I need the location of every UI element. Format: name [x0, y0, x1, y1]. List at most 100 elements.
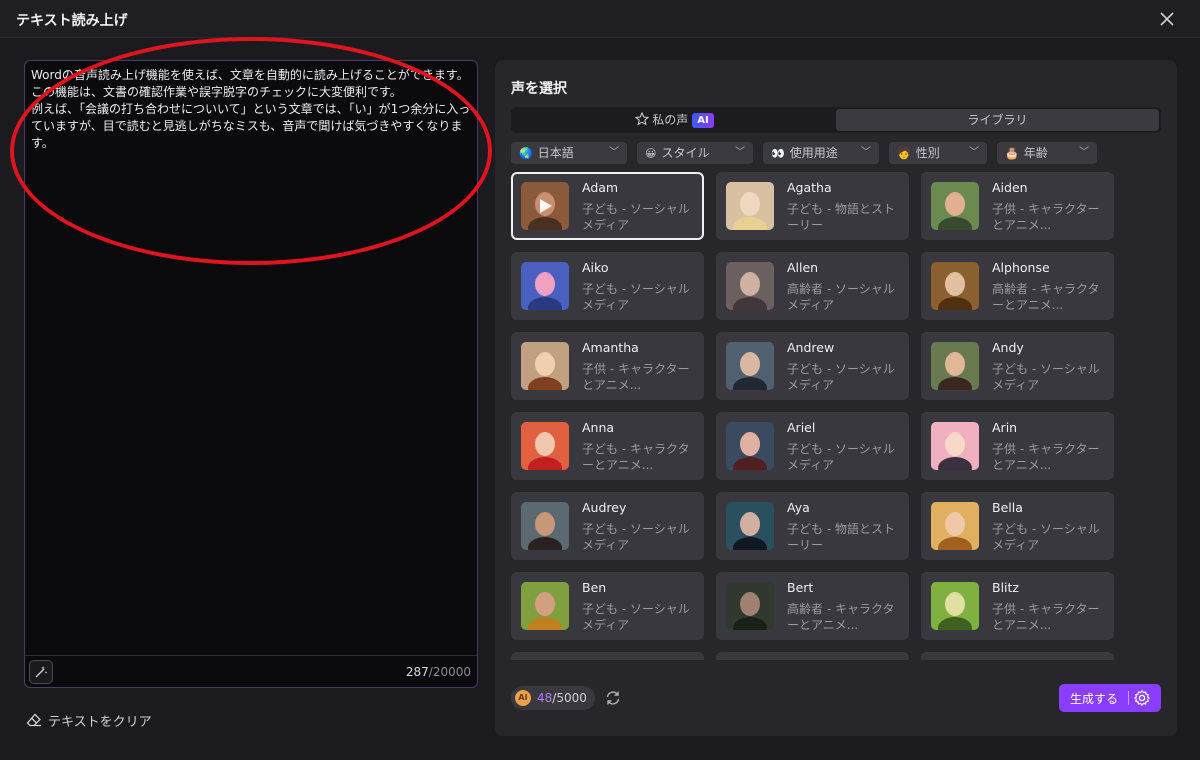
avatar [726, 342, 774, 390]
clear-text-button[interactable]: テキストをクリア [26, 710, 152, 730]
filter-language[interactable]: 🌏 日本語 ﹀ [511, 142, 627, 164]
char-count: 287 [405, 665, 429, 679]
voice-desc: 子供 - キャラクターとアニメ... [992, 442, 1100, 472]
avatar [931, 422, 979, 470]
voice-desc: 子供 - キャラクターとアニメ... [582, 362, 690, 392]
voice-desc: 子供 - キャラクターとアニメ... [992, 202, 1100, 232]
eyes-icon: 👀 [771, 147, 785, 160]
generate-divider [1128, 691, 1129, 705]
filter-gender-label: 性別 [915, 146, 940, 160]
voice-name: Aya [787, 500, 810, 515]
voice-card-ariel[interactable]: Ariel 子ども - ソーシャルメディア [716, 412, 909, 480]
eraser-icon [26, 713, 41, 727]
panel-footer: AI 48/5000 生成する [511, 684, 1161, 712]
smile-icon: 😀 [645, 147, 657, 160]
char-counter: 287/20000 [406, 665, 471, 679]
generate-button[interactable]: 生成する [1059, 684, 1161, 712]
voice-grid: Adam 子ども - ソーシャルメディア Agatha 子ども - 物語とストーリー A… [511, 172, 1161, 660]
voice-card-bert[interactable]: Bert 高齢者 - キャラクターとアニメ... [716, 572, 909, 640]
voice-card-bella[interactable]: Bella 子ども - ソーシャルメディア [921, 492, 1114, 560]
voice-name: Bella [992, 500, 1023, 515]
voice-desc: 子ども - 物語とストーリー [787, 202, 895, 232]
filter-gender[interactable]: 🧑 性別 ﹀ [889, 142, 987, 164]
avatar [726, 582, 774, 630]
voice-name: Ariel [787, 420, 816, 435]
avatar [521, 502, 569, 550]
voice-name: Agatha [787, 180, 832, 195]
voice-desc: 子ども - ソーシャルメディア [787, 442, 895, 472]
voice-card-alphonse[interactable]: Alphonse 高齢者 - キャラクターとアニメ... [921, 252, 1114, 320]
magic-wand-icon [35, 666, 48, 678]
voice-desc: 子ども - ソーシャルメディア [582, 202, 690, 232]
voice-desc: 子ども - ソーシャルメディア [787, 362, 895, 392]
editor-footer: 287/20000 [25, 655, 477, 687]
filter-usage-label: 使用用途 [789, 146, 838, 160]
voice-card-amantha[interactable]: Amantha 子供 - キャラクターとアニメ... [511, 332, 704, 400]
voice-name: Amantha [582, 340, 639, 355]
voice-source-tabs: 私の声 AI ライブラリ [511, 107, 1161, 133]
voice-desc: 高齢者 - キャラクターとアニメ... [992, 282, 1100, 312]
clear-text-label: テキストをクリア [48, 714, 152, 730]
voice-card-ben[interactable]: Ben 子ども - ソーシャルメディア [511, 572, 704, 640]
voice-card-agatha[interactable]: Agatha 子ども - 物語とストーリー [716, 172, 909, 240]
voice-card-blitz[interactable]: Blitz 子供 - キャラクターとアニメ... [921, 572, 1114, 640]
filter-style[interactable]: 😀 スタイル ﹀ [637, 142, 753, 164]
cake-icon: 🎂 [1005, 147, 1019, 160]
filter-age[interactable]: 🎂 年齢 ﹀ [997, 142, 1097, 164]
voice-card-anna[interactable]: Anna 子ども - キャラクターとアニメ... [511, 412, 704, 480]
chevron-down-icon: ﹀ [609, 147, 619, 158]
voice-desc: 高齢者 - ソーシャルメディア [787, 282, 895, 312]
voice-card-andrew[interactable]: Andrew 子ども - ソーシャルメディア [716, 332, 909, 400]
tab-my-voice[interactable]: 私の声 AI [513, 109, 836, 131]
voice-card-partial[interactable] [511, 652, 704, 660]
credits-used: 48 [537, 691, 553, 705]
avatar [726, 502, 774, 550]
avatar [521, 342, 569, 390]
voice-card-aya[interactable]: Aya 子ども - 物語とストーリー [716, 492, 909, 560]
voice-desc: 子供 - キャラクターとアニメ... [992, 602, 1100, 632]
voice-card-arin[interactable]: Arin 子供 - キャラクターとアニメ... [921, 412, 1114, 480]
voice-name: Aiden [992, 180, 1028, 195]
voice-name: Anna [582, 420, 615, 435]
filter-usage[interactable]: 👀 使用用途 ﹀ [763, 142, 879, 164]
play-icon[interactable] [539, 198, 553, 214]
window-title: テキスト読み上げ [16, 13, 128, 29]
voice-desc: 子ども - ソーシャルメディア [582, 522, 690, 552]
voice-name: Aiko [582, 260, 609, 275]
star-icon [634, 111, 650, 126]
voice-card-audrey[interactable]: Audrey 子ども - ソーシャルメディア [511, 492, 704, 560]
voice-card-partial[interactable] [921, 652, 1114, 660]
avatar [931, 342, 979, 390]
coin-icon: AI [515, 690, 531, 706]
voice-desc: 子ども - ソーシャルメディア [992, 522, 1100, 552]
avatar [931, 502, 979, 550]
voice-desc: 子ども - 物語とストーリー [787, 522, 895, 552]
avatar [521, 182, 569, 230]
tab-my-voice-label: 私の声 [652, 113, 689, 127]
tab-library[interactable]: ライブラリ [836, 109, 1159, 131]
refresh-button[interactable] [604, 689, 622, 707]
avatar [521, 582, 569, 630]
avatar [726, 182, 774, 230]
voice-card-adam[interactable]: Adam 子ども - ソーシャルメディア [511, 172, 704, 240]
voice-card-aiko[interactable]: Aiko 子ども - ソーシャルメディア [511, 252, 704, 320]
char-limit: /20000 [428, 665, 471, 679]
voice-card-andy[interactable]: Andy 子ども - ソーシャルメディア [921, 332, 1114, 400]
gear-icon[interactable] [1133, 689, 1151, 707]
magic-wand-button[interactable] [29, 660, 53, 684]
filter-age-label: 年齢 [1023, 146, 1048, 160]
chevron-down-icon: ﹀ [861, 147, 871, 158]
voice-card-allen[interactable]: Allen 高齢者 - ソーシャルメディア [716, 252, 909, 320]
voice-card-partial[interactable] [716, 652, 909, 660]
ai-badge: AI [692, 113, 714, 128]
generate-label: 生成する [1070, 692, 1119, 706]
filter-style-label: スタイル [661, 146, 710, 160]
close-button[interactable] [1156, 8, 1178, 30]
chevron-down-icon: ﹀ [969, 147, 979, 158]
voice-card-aiden[interactable]: Aiden 子供 - キャラクターとアニメ... [921, 172, 1114, 240]
voice-name: Blitz [992, 580, 1019, 595]
editor-text[interactable]: Wordの音声読み上げ機能を使えば、文章を自動的に読み上げることができます。この… [31, 67, 477, 152]
text-editor[interactable]: Wordの音声読み上げ機能を使えば、文章を自動的に読み上げることができます。この… [24, 60, 478, 688]
avatar [931, 182, 979, 230]
voice-name: Bert [787, 580, 814, 595]
